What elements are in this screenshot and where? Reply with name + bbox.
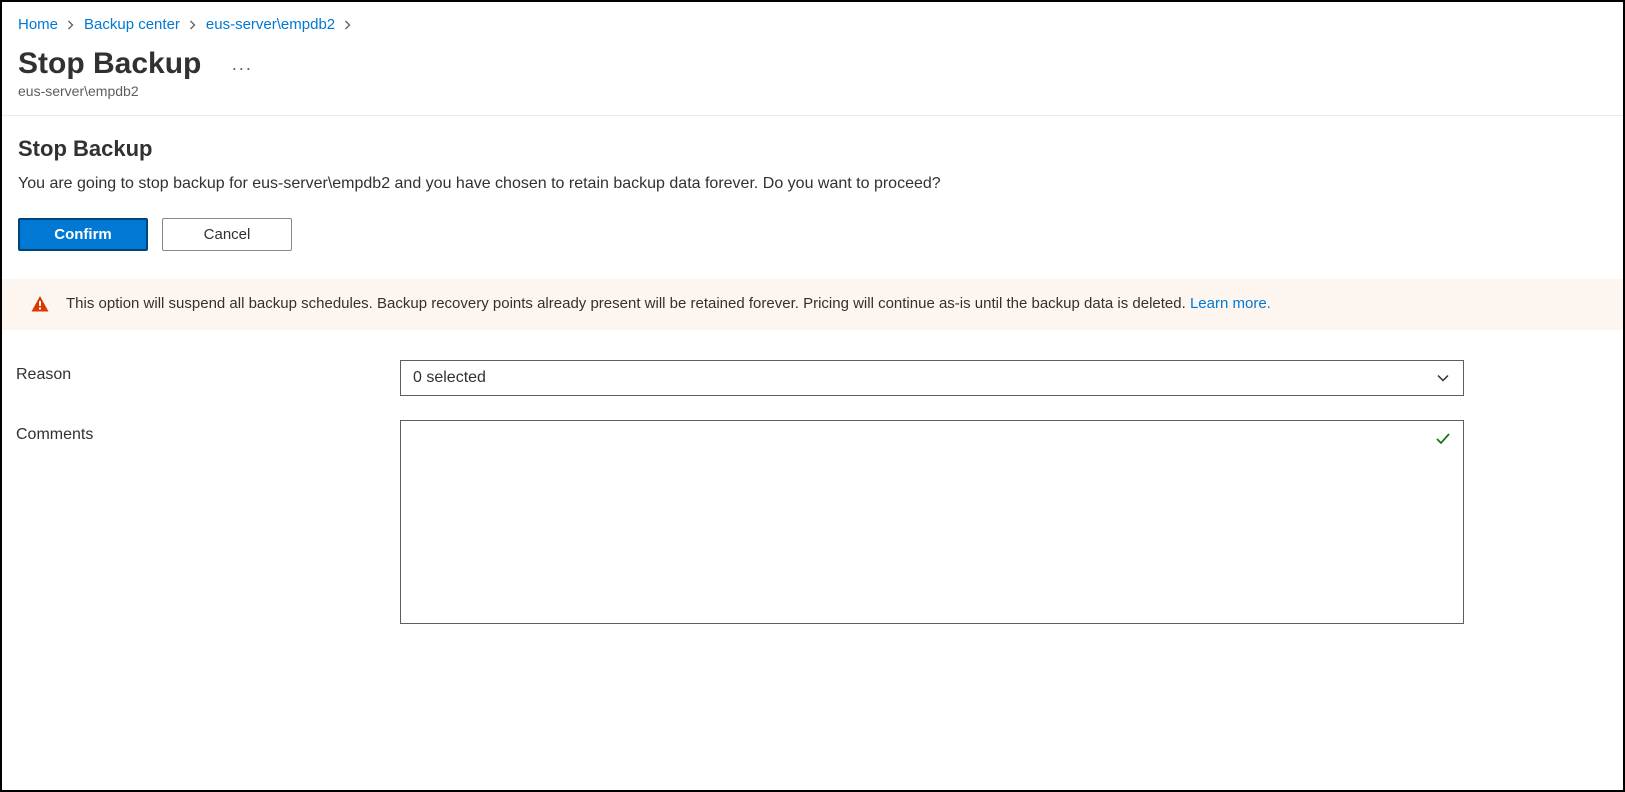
chevron-down-icon <box>1435 370 1451 386</box>
main-content: Stop Backup You are going to stop backup… <box>2 116 1623 279</box>
warning-text: This option will suspend all backup sche… <box>66 293 1271 316</box>
warning-message: This option will suspend all backup sche… <box>66 295 1190 312</box>
breadcrumb-backup-center[interactable]: Backup center <box>84 16 180 33</box>
cancel-button[interactable]: Cancel <box>162 218 292 251</box>
learn-more-link[interactable]: Learn more. <box>1190 295 1271 312</box>
chevron-right-icon <box>188 20 198 30</box>
confirm-button[interactable]: Confirm <box>18 218 148 251</box>
breadcrumb-resource[interactable]: eus-server\empdb2 <box>206 16 335 33</box>
warning-banner: This option will suspend all backup sche… <box>2 279 1623 330</box>
action-buttons: Confirm Cancel <box>18 218 1607 251</box>
page-subtitle: eus-server\empdb2 <box>18 83 1607 99</box>
more-actions-icon[interactable]: ··· <box>231 58 252 79</box>
chevron-right-icon <box>66 20 76 30</box>
breadcrumb: Home Backup center eus-server\empdb2 <box>2 2 1623 39</box>
check-icon <box>1434 430 1452 448</box>
page-title: Stop Backup <box>18 47 201 81</box>
reason-selected-value: 0 selected <box>413 369 486 387</box>
comments-input[interactable] <box>400 420 1464 624</box>
page-header: Stop Backup ··· eus-server\empdb2 <box>2 39 1623 115</box>
reason-label: Reason <box>16 360 400 396</box>
breadcrumb-home[interactable]: Home <box>18 16 58 33</box>
chevron-right-icon <box>343 20 353 30</box>
form-area: Reason 0 selected Comments <box>2 360 1623 627</box>
section-title: Stop Backup <box>18 136 1607 162</box>
warning-icon <box>30 294 50 314</box>
reason-select[interactable]: 0 selected <box>400 360 1464 396</box>
comments-label: Comments <box>16 420 400 627</box>
section-description: You are going to stop backup for eus-ser… <box>18 172 1607 196</box>
